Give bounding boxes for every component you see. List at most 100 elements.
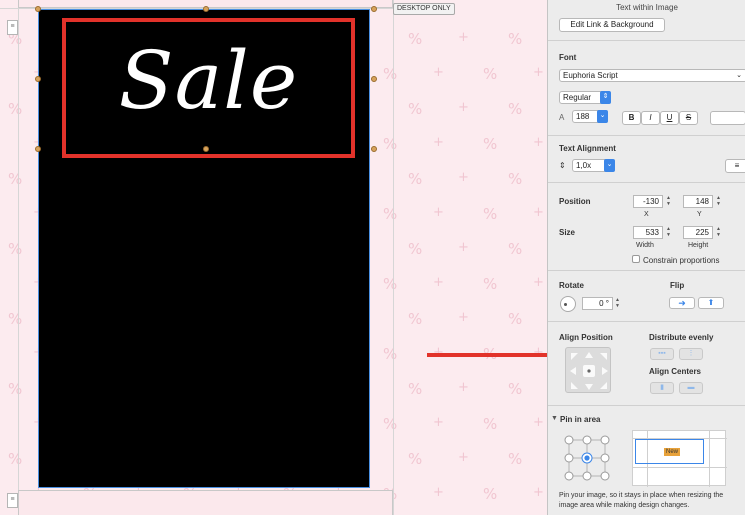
pattern-percent-icon: %	[383, 135, 398, 153]
text-alignment-title: Text Alignment	[559, 144, 616, 153]
resize-handle[interactable]	[371, 6, 377, 12]
pattern-percent-icon: %	[408, 170, 423, 188]
pattern-percent-icon: %	[408, 310, 423, 328]
pattern-plus-icon: +	[433, 135, 444, 150]
distribute-vertical-button[interactable]: ⋮	[679, 348, 703, 360]
align-center-horizontal-button[interactable]: ▬	[679, 382, 703, 394]
pin-in-area-section: ▼ Pin in area New Pin your image, so it …	[548, 406, 745, 515]
pattern-plus-icon: +	[458, 30, 469, 45]
preview-image-frame: New	[635, 439, 704, 464]
line-spacing-icon: ⇕	[559, 161, 566, 170]
pattern-plus-icon: +	[533, 485, 544, 500]
chevron-down-icon: ⌄	[736, 72, 742, 79]
pin-position-grid[interactable]	[562, 433, 612, 483]
italic-button[interactable]: I	[641, 111, 660, 125]
line-spacing-field[interactable]: 1,0x	[572, 159, 608, 172]
resize-handle[interactable]	[371, 76, 377, 82]
design-canvas[interactable]: %+%+%+%+%+%+%+%+%+%+%+%+%+%+%+%+%+%+%+%+…	[0, 0, 547, 515]
disclosure-triangle-icon[interactable]: ▼	[551, 415, 558, 422]
resize-handle[interactable]	[35, 76, 41, 82]
distribute-horizontal-button[interactable]: ▪▪▪	[650, 348, 674, 360]
align-text-button[interactable]: ≡	[725, 159, 745, 173]
pattern-percent-icon: %	[508, 100, 523, 118]
text-within-image-section: Text within Image Edit Link & Background	[548, 0, 745, 41]
desktop-only-badge[interactable]: DESKTOP ONLY	[393, 3, 455, 15]
pattern-plus-icon: +	[533, 65, 544, 80]
pattern-percent-icon: %	[508, 30, 523, 48]
pattern-percent-icon: %	[508, 450, 523, 468]
pattern-plus-icon: +	[433, 275, 444, 290]
stepper-caret-icon[interactable]: ⌄	[597, 110, 608, 123]
dial-indicator	[564, 303, 567, 306]
flip-vertical-button[interactable]: ⬆	[698, 297, 724, 309]
align-section: Align Position Distribute evenly ▪▪▪ ⋮ A…	[548, 322, 745, 406]
pattern-percent-icon: %	[408, 30, 423, 48]
bold-button[interactable]: B	[622, 111, 641, 125]
resize-handle[interactable]	[371, 146, 377, 152]
pattern-percent-icon: %	[483, 135, 498, 153]
rotation-dial[interactable]	[560, 296, 576, 312]
gutter-handle-icon[interactable]: ≡	[7, 20, 18, 35]
pattern-plus-icon: +	[533, 275, 544, 290]
pattern-percent-icon: %	[483, 485, 498, 503]
size-height-field[interactable]: 225	[683, 226, 713, 239]
stepper-icon[interactable]: ▲ ▼	[665, 226, 672, 239]
pattern-percent-icon: %	[8, 170, 23, 188]
pattern-percent-icon: %	[8, 380, 23, 398]
stepper-caret-icon[interactable]: ⇕	[600, 91, 611, 104]
gutter-handle-icon[interactable]: ≡	[7, 493, 18, 508]
font-size-value: 188	[576, 112, 590, 121]
size-height-label: Height	[688, 242, 709, 249]
resize-handle[interactable]	[203, 6, 209, 12]
resize-handle[interactable]	[35, 6, 41, 12]
stepper-icon[interactable]: ▲ ▼	[715, 226, 722, 239]
font-size-icon: A	[559, 113, 565, 122]
guide-line	[393, 0, 394, 515]
size-width-field[interactable]: 533	[633, 226, 663, 239]
pattern-plus-icon: +	[433, 415, 444, 430]
underline-button[interactable]: U	[660, 111, 679, 125]
text-color-swatch[interactable]	[710, 111, 745, 125]
size-title: Size	[559, 228, 576, 237]
pattern-plus-icon: +	[458, 170, 469, 185]
new-badge: New	[664, 448, 681, 456]
position-x-label: X	[644, 211, 649, 218]
align-centers-title: Align Centers	[649, 367, 702, 376]
pattern-percent-icon: %	[8, 240, 23, 258]
pattern-plus-icon: +	[458, 100, 469, 115]
position-x-field[interactable]: -130	[633, 195, 663, 208]
align-position-grid[interactable]	[565, 347, 611, 393]
pattern-percent-icon: %	[408, 450, 423, 468]
constrain-proportions-checkbox[interactable]	[632, 255, 640, 263]
text-alignment-section: Text Alignment ⇕ 1,0x ⌄ ≡	[548, 136, 745, 183]
pattern-plus-icon: +	[458, 310, 469, 325]
sale-headline[interactable]: Sale	[66, 22, 351, 154]
selected-text-box[interactable]: Sale	[62, 18, 355, 158]
pattern-percent-icon: %	[383, 65, 398, 83]
stepper-icon[interactable]: ▲ ▼	[715, 195, 722, 208]
align-center-vertical-button[interactable]: ▮	[650, 382, 674, 394]
stepper-caret-icon[interactable]: ⌄	[604, 159, 615, 172]
pattern-percent-icon: %	[483, 65, 498, 83]
pattern-plus-icon: +	[433, 485, 444, 500]
size-width-label: Width	[636, 242, 654, 249]
stepper-icon[interactable]: ▲ ▼	[614, 297, 621, 310]
stepper-icon[interactable]: ▲ ▼	[665, 195, 672, 208]
pattern-plus-icon: +	[433, 205, 444, 220]
pattern-percent-icon: %	[8, 310, 23, 328]
position-y-field[interactable]: 148	[683, 195, 713, 208]
flip-horizontal-button[interactable]: ➜	[669, 297, 695, 309]
position-size-section: Position -130 ▲ ▼ X 148 ▲ ▼ Y Size 533 ▲ ▼ …	[548, 183, 745, 271]
pattern-percent-icon: %	[408, 100, 423, 118]
section-frame-bottom	[18, 490, 393, 515]
rotation-field[interactable]: 0 °	[582, 297, 613, 310]
strikethrough-button[interactable]: S	[679, 111, 698, 125]
preview-guide	[709, 431, 710, 487]
font-family-select[interactable]: Euphoria Script ⌄	[559, 69, 745, 82]
pattern-percent-icon: %	[483, 275, 498, 293]
edit-link-background-button[interactable]: Edit Link & Background	[559, 18, 665, 32]
pin-preview: New	[632, 430, 727, 487]
pattern-plus-icon: +	[533, 135, 544, 150]
pattern-percent-icon: %	[508, 240, 523, 258]
resize-handle[interactable]	[35, 146, 41, 152]
